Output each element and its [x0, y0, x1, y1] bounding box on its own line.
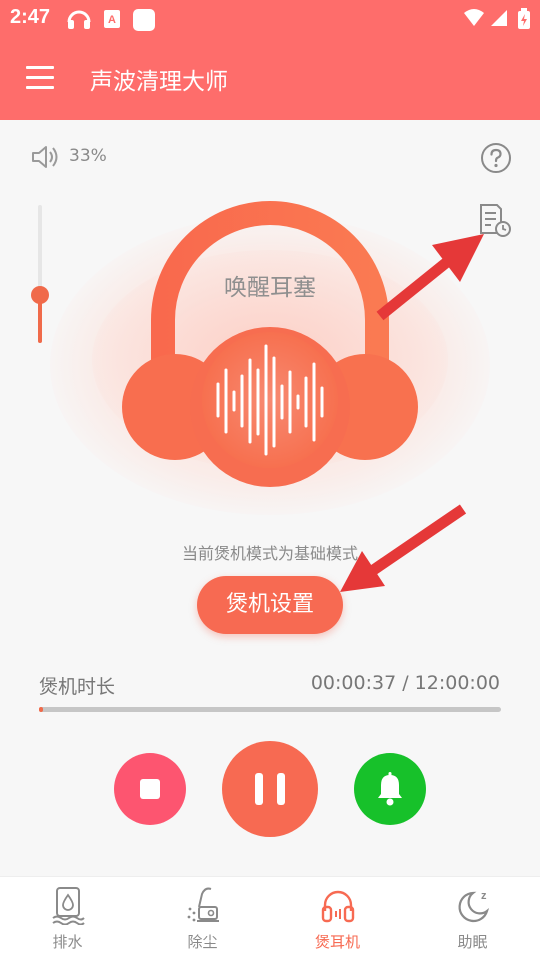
headphones-icon — [321, 890, 354, 923]
drain-icon — [51, 887, 85, 925]
svg-text:z: z — [481, 890, 487, 902]
app-status-icon — [133, 9, 155, 31]
stop-icon — [140, 779, 160, 799]
nav-item-drain[interactable]: 排水 — [0, 877, 135, 961]
nav-label: 排水 — [52, 933, 83, 951]
wake-earbuds-label[interactable]: 唤醒耳塞 — [0, 268, 540, 302]
app-header: 声波清理大师 — [0, 38, 540, 120]
burn-in-settings-button[interactable]: 煲机设置 — [197, 576, 343, 634]
volume-icon — [32, 146, 58, 168]
duration-progress-fill — [39, 707, 43, 712]
stop-button[interactable] — [114, 753, 186, 825]
svg-text:A: A — [108, 14, 116, 26]
headset-status-icon — [67, 10, 91, 29]
menu-bar — [26, 76, 54, 79]
nav-label: 除尘 — [187, 933, 218, 951]
duration-value: 00:00:37 / 12:00:00 — [310, 672, 500, 694]
signal-icon — [491, 10, 507, 26]
volume-percent: 33% — [69, 146, 107, 166]
dust-cleaner-icon — [187, 887, 219, 922]
status-time: 2:47 — [10, 6, 51, 28]
help-icon[interactable] — [480, 142, 512, 174]
nav-item-headphones[interactable]: 煲耳机 — [270, 877, 405, 961]
menu-bar — [26, 86, 54, 89]
duration-label: 煲机时长 — [39, 676, 116, 698]
pause-icon-bar — [255, 773, 263, 805]
menu-button[interactable] — [26, 66, 58, 92]
app-title: 声波清理大师 — [90, 69, 228, 95]
reminder-button[interactable] — [354, 753, 426, 825]
bell-icon — [378, 772, 402, 806]
nav-label: 煲耳机 — [314, 933, 360, 951]
pause-icon-bar — [277, 773, 285, 805]
battery-icon — [518, 8, 530, 29]
font-status-icon: A — [104, 10, 120, 28]
nav-item-dust[interactable]: 除尘 — [135, 877, 270, 961]
bottom-nav: 排水 除尘 煲耳机 z 助眠 — [0, 876, 540, 961]
nav-item-sleep[interactable]: z 助眠 — [405, 877, 540, 961]
sleep-moon-icon: z — [457, 890, 489, 923]
wifi-icon — [464, 9, 484, 26]
menu-bar — [26, 66, 54, 69]
pause-button[interactable] — [222, 741, 318, 837]
status-bar: 2:47 A — [0, 0, 540, 38]
mode-status-text: 当前煲机模式为基础模式 — [181, 544, 358, 563]
duration-progress-bar — [39, 707, 501, 712]
history-icon[interactable] — [477, 203, 513, 239]
nav-label: 助眠 — [457, 933, 488, 951]
